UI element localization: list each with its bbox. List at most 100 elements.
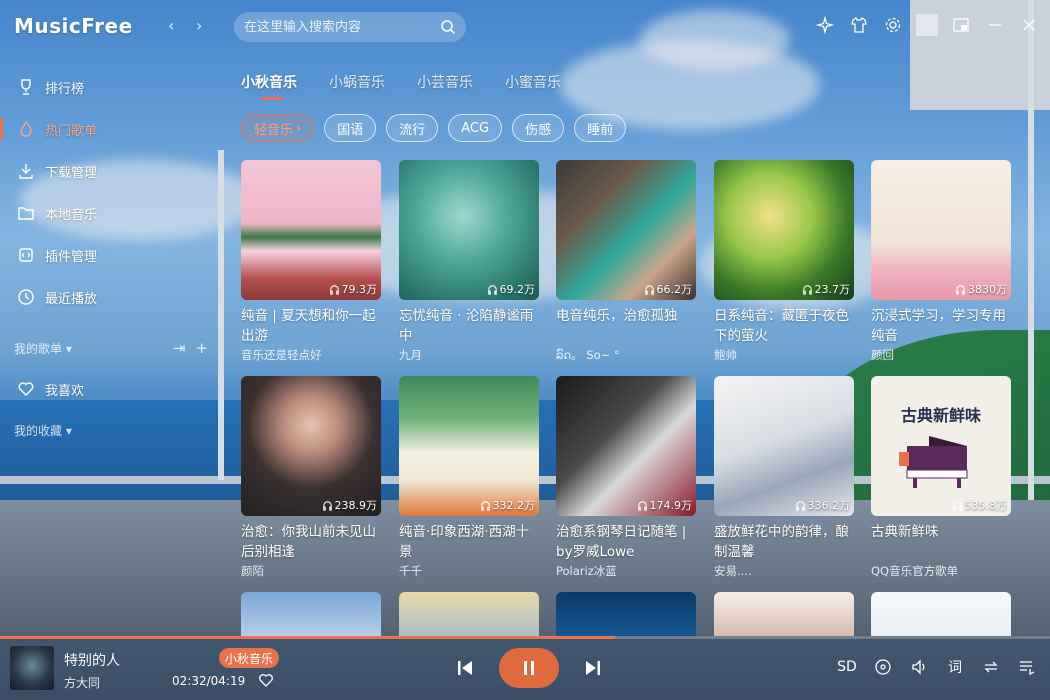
playlist-cover: 79.3万 (241, 160, 381, 300)
flame-icon (16, 119, 36, 139)
playlist-title: 电音纯乐，治愈孤独 (556, 308, 678, 324)
search-bar (234, 12, 466, 42)
playlist-card[interactable]: 238.9万 治愈：你我山前未见山后别相逢 颜陌 (241, 376, 381, 579)
my-playlists-header[interactable]: 我的歌单 ▾ ⇥ + (0, 328, 220, 368)
play-count: 66.2万 (644, 281, 692, 297)
add-playlist-icon[interactable]: + (195, 339, 208, 357)
playlist-card[interactable]: 3830万 沉浸式学习，学习专用纯音 颜回 (871, 160, 1011, 363)
playlist-card[interactable]: 336.2万 盛放鲜花中的韵律，酿制温馨 安易.... (714, 376, 854, 579)
playlist-card[interactable] (241, 592, 381, 636)
playlist-card[interactable] (871, 592, 1011, 636)
search-icon[interactable] (440, 19, 456, 35)
import-playlist-icon[interactable]: ⇥ (173, 339, 186, 357)
tab-xiaowo[interactable]: 小蜗音乐 (329, 72, 385, 100)
playlist-title: 沉浸式学习，学习专用纯音 (871, 308, 1006, 344)
volume-icon[interactable] (908, 656, 930, 678)
tab-xiaoyun[interactable]: 小芸音乐 (417, 72, 473, 100)
sidebar-item-label: 本地音乐 (45, 207, 98, 223)
playlist-cover (241, 592, 381, 636)
album-art[interactable] (10, 646, 54, 690)
playlist-title: 古典新鲜味 (871, 524, 939, 540)
search-input[interactable] (244, 19, 440, 35)
sidebar-item-hot-playlists[interactable]: 热门歌单 (0, 108, 220, 150)
play-pause-button[interactable] (499, 648, 559, 688)
my-collections-header[interactable]: 我的收藏 ▾ (0, 410, 220, 450)
tag-chip[interactable]: 国语 (324, 114, 377, 142)
sidebar-item-favorites[interactable]: 我喜欢 (0, 368, 220, 410)
next-track-icon[interactable] (583, 658, 603, 678)
playlist-card[interactable]: 23.7万 日系纯音：藏匿于夜色下的萤火 鲍帅 (714, 160, 854, 363)
skin-shirt-icon[interactable] (848, 14, 870, 36)
playlist-card[interactable]: 69.2万 忘忧纯音 · 沦陷静谧雨中 九月 (399, 160, 539, 363)
tag-chip[interactable]: ACG (448, 114, 503, 142)
sidebar-item-ranking[interactable]: 排行榜 (0, 66, 220, 108)
tag-chip-light-music[interactable]: 轻音乐 › (241, 114, 315, 142)
play-count: 238.9万 (322, 497, 377, 513)
headphones-icon (795, 500, 805, 511)
my-playlists-label: 我的歌单 (14, 341, 63, 356)
tab-xiaomi[interactable]: 小蜜音乐 (505, 72, 561, 100)
piano-illustration (899, 436, 968, 488)
playlist-author: 音乐还是轻点好 (241, 348, 322, 362)
playlist-card[interactable] (714, 592, 854, 636)
previous-track-icon[interactable] (455, 658, 475, 678)
sound-effect-icon[interactable] (872, 656, 894, 678)
playlist-author: 颜回 (871, 348, 894, 362)
playlist-title: 治愈：你我山前未见山后别相逢 (241, 524, 376, 560)
minimize-icon[interactable] (984, 14, 1006, 36)
playlist-card[interactable]: 79.3万 纯音 | 夏天想和你一起出游 音乐还是轻点好 (241, 160, 381, 363)
play-count: 174.9万 (637, 497, 692, 513)
tag-chip[interactable]: 睡前 (574, 114, 627, 142)
tab-xiaoqiu[interactable]: 小秋音乐 (241, 72, 297, 100)
tag-filter: 轻音乐 › 国语 流行 ACG 伤感 睡前 (241, 114, 627, 142)
playlist-author: 颜陌 (241, 564, 264, 578)
playlist-card[interactable] (399, 592, 539, 636)
playlist-card[interactable]: 174.9万 治愈系钢琴日记随笔 | by罗威Lowe Polariz冰蓝 (556, 376, 696, 579)
sidebar-item-local-music[interactable]: 本地音乐 (0, 192, 220, 234)
playlist-cover: 23.7万 (714, 160, 854, 300)
sidebar-item-plugins[interactable]: 插件管理 (0, 234, 220, 276)
clock-icon (16, 287, 36, 307)
playlist-card[interactable] (556, 592, 696, 636)
window-controls (814, 14, 1040, 36)
headphones-icon (637, 500, 647, 511)
sidebar-item-downloads[interactable]: 下载管理 (0, 150, 220, 192)
back-arrow-icon[interactable]: ‹ (168, 16, 174, 35)
quality-button[interactable]: SD (836, 656, 858, 678)
app-logo: MusicFree (14, 14, 133, 38)
progress-fill (0, 636, 616, 639)
mini-mode-icon[interactable] (950, 14, 972, 36)
tag-chip[interactable]: 流行 (386, 114, 439, 142)
playlist-cover: 古典新鲜味 535.8万 (871, 376, 1011, 516)
repeat-mode-icon[interactable] (980, 656, 1002, 678)
source-badge: 小秋音乐 (219, 648, 280, 668)
headphones-icon (322, 500, 332, 511)
close-icon[interactable] (1018, 14, 1040, 36)
playlist-author: ລົດ。 So~ ° (556, 348, 620, 362)
lyrics-button[interactable]: 词 (944, 656, 966, 678)
playlist-card[interactable]: 332.2万 纯音·印象西湖·西湖十景 千千 (399, 376, 539, 579)
sidebar-item-recent[interactable]: 最近播放 (0, 276, 220, 318)
playlist-queue-icon[interactable] (1016, 656, 1038, 678)
theme-sparkle-icon[interactable] (814, 14, 836, 36)
tag-chip[interactable]: 伤感 (512, 114, 565, 142)
playlist-card[interactable]: 古典新鲜味 535.8万 古典新鲜味 QQ音乐官方歌单 (871, 376, 1011, 579)
playlist-author: 安易.... (714, 564, 752, 578)
playlist-card[interactable]: 66.2万 电音纯乐，治愈孤独 ລົດ。 So~ ° (556, 160, 696, 363)
forward-arrow-icon[interactable]: › (196, 16, 202, 35)
player-bar: 特别的人 方大同 小秋音乐 02:32/04:19 SD 词 (0, 636, 1050, 700)
window-controls-divider (916, 14, 938, 36)
headphones-icon (329, 284, 339, 295)
headphones-icon (956, 284, 965, 295)
playlist-cover: 3830万 (871, 160, 1011, 300)
sidebar-item-label: 我喜欢 (45, 383, 85, 399)
playlist-author: 千千 (399, 564, 422, 578)
playlist-cover: 66.2万 (556, 160, 696, 300)
settings-gear-icon[interactable] (882, 14, 904, 36)
song-artist: 方大同 (64, 676, 101, 690)
tag-label: 轻音乐 (254, 122, 294, 138)
my-collections-label: 我的收藏 (14, 423, 63, 438)
playback-progress-bar[interactable] (0, 636, 1050, 639)
play-count: 332.2万 (480, 497, 535, 513)
like-heart-icon[interactable] (258, 672, 274, 688)
